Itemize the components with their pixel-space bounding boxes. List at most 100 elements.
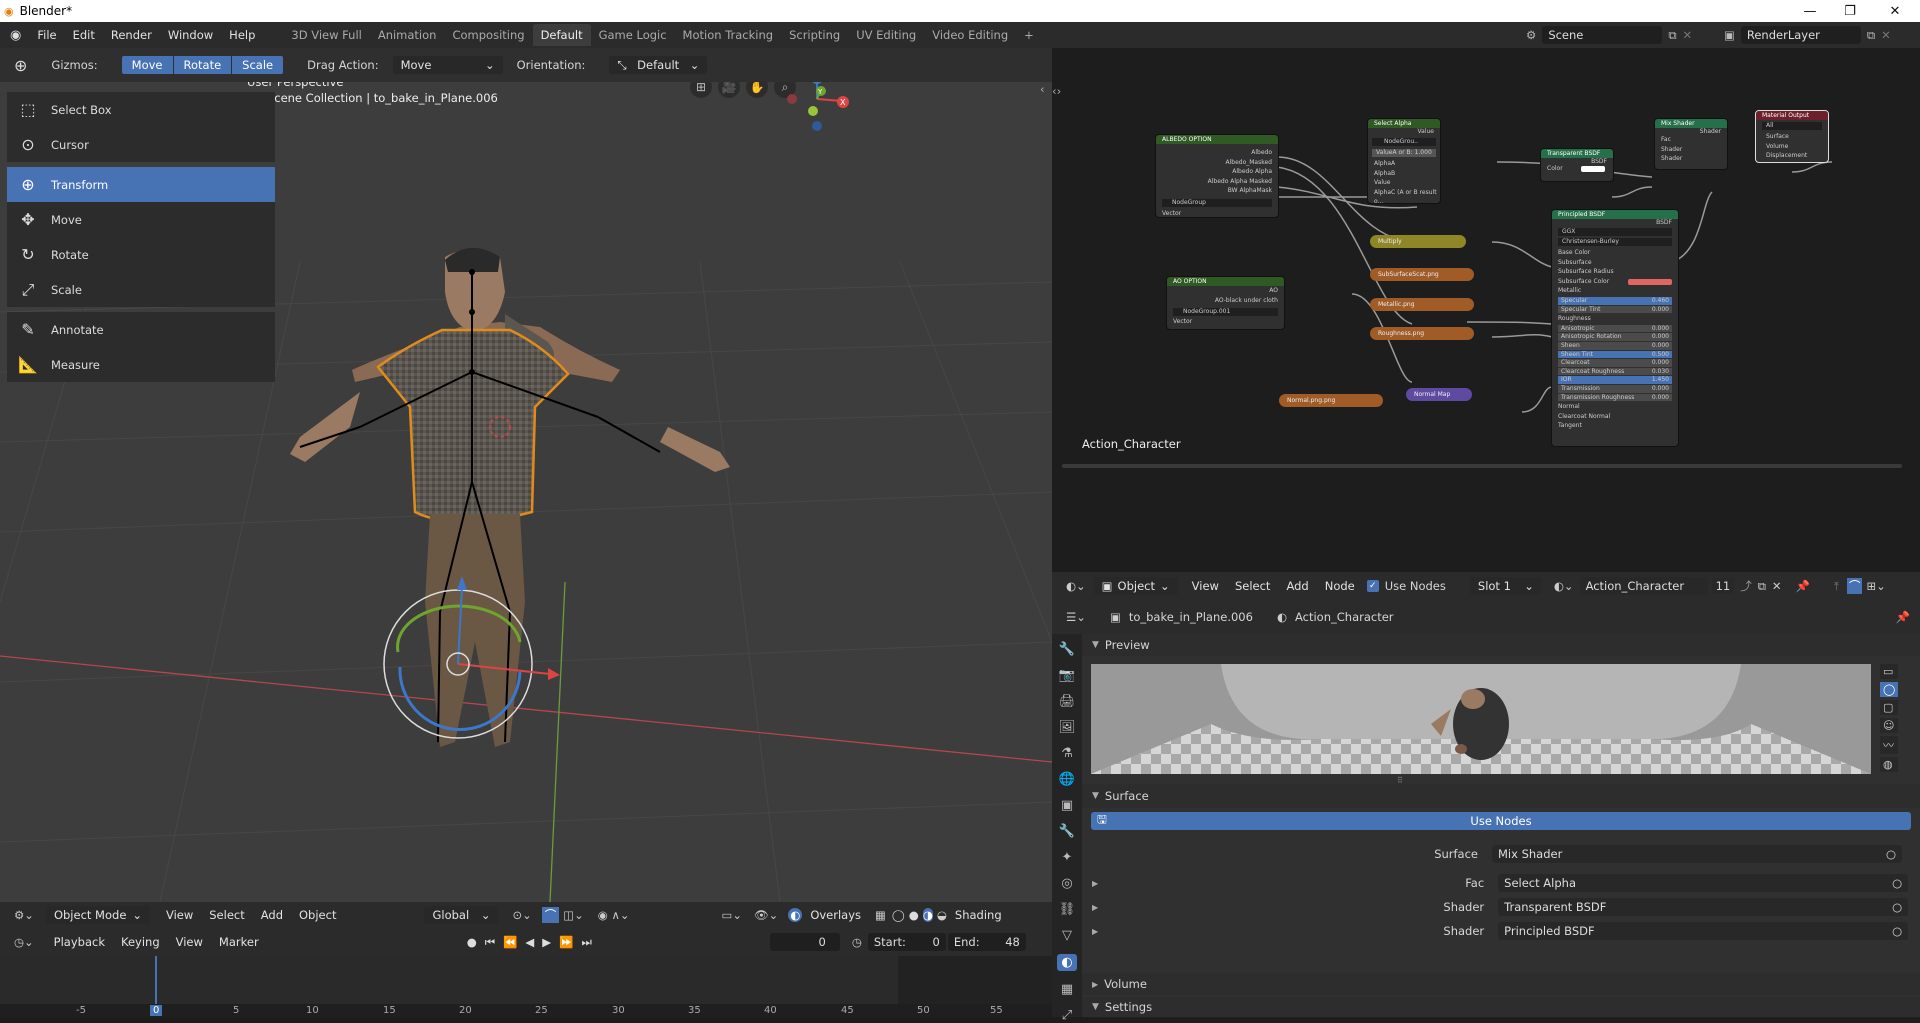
render-layer-icon[interactable]: ▣ xyxy=(1724,28,1735,42)
principled-input-row[interactable]: Subsurface xyxy=(1558,258,1672,268)
node-metallic-texture[interactable]: Metallic.png xyxy=(1370,298,1474,311)
principled-input-row[interactable]: Sheen Tint 0.500 xyxy=(1558,350,1672,359)
maximize-button[interactable]: ❐ xyxy=(1830,0,1870,22)
tool-scale[interactable]: ⤢ Scale xyxy=(7,272,275,307)
material-users-count[interactable]: 11 xyxy=(1711,578,1735,594)
timeline-editor-icon[interactable]: ◷⌄ xyxy=(14,935,34,949)
node-select-alpha[interactable]: Select Alpha Value NodeGrou.. ValueA or … xyxy=(1367,118,1441,205)
scene-tab-icon[interactable]: ⚗ xyxy=(1061,746,1073,761)
tab-animation[interactable]: Animation xyxy=(370,24,445,46)
mode-dropdown[interactable]: Object Mode ⌄ xyxy=(45,906,150,924)
distribution-dropdown[interactable]: GGX xyxy=(1558,228,1672,236)
overlays-dropdown[interactable]: Overlays xyxy=(802,908,869,922)
expand-sidebar-icon[interactable]: ‹› xyxy=(1052,84,1061,98)
tab-game-logic[interactable]: Game Logic xyxy=(591,24,675,46)
menu-select[interactable]: Select xyxy=(1227,579,1278,593)
tab-video-editing[interactable]: Video Editing xyxy=(924,24,1016,46)
preview-panel-header[interactable]: ▼ Preview xyxy=(1082,634,1920,656)
slot-dropdown[interactable]: Slot 1 ⌄ xyxy=(1469,577,1542,595)
camera-view-icon[interactable]: 🎥 xyxy=(718,82,740,98)
proportional-icon[interactable]: ◉ ∧⌄ xyxy=(598,908,630,922)
constraints-tab-icon[interactable]: ⛓ xyxy=(1059,902,1076,917)
output-tab-icon[interactable]: 🖨 xyxy=(1059,694,1076,709)
overlays-icon[interactable]: ◐ xyxy=(788,908,803,922)
playback-dropdown[interactable]: Playback xyxy=(46,935,113,949)
tool-annotate[interactable]: ✎ Annotate xyxy=(7,312,275,347)
fac-input-field[interactable]: Select Alpha ○ xyxy=(1498,874,1909,892)
unlink-material-icon[interactable]: ✕ xyxy=(1772,579,1782,593)
shader1-input-field[interactable]: Transparent BSDF ○ xyxy=(1498,898,1909,916)
play-reverse-icon[interactable]: ◀ xyxy=(525,935,534,949)
keying-dropdown[interactable]: Keying xyxy=(113,935,168,949)
menu-add[interactable]: Add xyxy=(1278,579,1316,593)
node-material-output[interactable]: Material Output All Surface Volume Displ… xyxy=(1755,110,1829,163)
copy-layer-icon[interactable]: ⧉ xyxy=(1867,28,1875,43)
shading-rendered-icon[interactable]: ◒ xyxy=(937,908,947,922)
node-albedo-option[interactable]: ALBEDO OPTION Albedo Albedo_Masked Albed… xyxy=(1155,134,1279,218)
preview-monkey-icon[interactable]: ☺ xyxy=(1880,718,1899,733)
menu-view[interactable]: View xyxy=(158,908,201,922)
node-editor-type-icon[interactable]: ◐⌄ xyxy=(1066,579,1086,593)
transform-tool-icon[interactable]: ⊕ xyxy=(14,56,27,75)
physics-tab-icon[interactable]: ◎ xyxy=(1061,876,1072,891)
pin-icon[interactable]: 📌 xyxy=(1896,610,1910,624)
gizmo-scale-button[interactable]: Scale xyxy=(232,56,284,74)
subsurface-color-swatch[interactable] xyxy=(1627,278,1672,285)
view-object-types-icon[interactable]: ▭⌄ xyxy=(722,908,743,922)
modifier-tab-icon[interactable]: 🔧 xyxy=(1059,824,1075,839)
node-multiply[interactable]: Multiply xyxy=(1370,235,1466,248)
gizmo-rotate-button[interactable]: Rotate xyxy=(173,56,232,74)
tab-scripting[interactable]: Scripting xyxy=(781,24,848,46)
principled-input-row[interactable]: Anisotropic 0.000 xyxy=(1558,324,1672,333)
texture-tab-icon[interactable]: ▦ xyxy=(1061,982,1073,997)
play-icon[interactable]: ▶ xyxy=(542,935,551,949)
principled-input-row[interactable]: Normal xyxy=(1558,402,1672,412)
tool-move[interactable]: ✥ Move xyxy=(7,202,275,237)
particles-tab-icon[interactable]: ✦ xyxy=(1062,850,1073,865)
render-layer-field[interactable]: RenderLayer xyxy=(1740,26,1861,44)
pivot-icon[interactable]: ⊙⌄ xyxy=(512,908,531,922)
value-field[interactable]: ValueA or B: 1.000 xyxy=(1372,149,1436,157)
node-ao-option[interactable]: AO OPTION AO AO-black under cloth NodeGr… xyxy=(1166,276,1285,330)
volume-panel-header[interactable]: ▶ Volume xyxy=(1082,973,1920,995)
principled-input-row[interactable]: Clearcoat Normal xyxy=(1558,412,1672,422)
menu-node[interactable]: Node xyxy=(1317,579,1363,593)
tab-3d-view-full[interactable]: 3D View Full xyxy=(283,24,369,46)
menu-render[interactable]: Render xyxy=(103,28,160,42)
jump-start-icon[interactable]: ⏮ xyxy=(485,935,495,950)
toggle-grid-icon[interactable]: ⊞ xyxy=(690,82,712,98)
tab-default[interactable]: Default xyxy=(532,24,591,46)
parent-node-tree-icon[interactable]: ⤒ xyxy=(1834,579,1839,594)
material-name-field[interactable]: Action_Character xyxy=(1579,577,1708,595)
drag-action-dropdown[interactable]: Move ⌄ xyxy=(392,56,503,74)
tab-motion-tracking[interactable]: Motion Tracking xyxy=(675,24,782,46)
node-subsurface-texture[interactable]: SubSurfaceScat.png xyxy=(1370,268,1474,281)
editor-type-icon[interactable]: ⚙⌄ xyxy=(14,908,34,922)
end-frame-field[interactable]: End: 48 xyxy=(947,933,1026,951)
copy-scene-icon[interactable]: ⧉ xyxy=(1668,28,1676,43)
node-normal-map[interactable]: Normal Map xyxy=(1406,388,1472,401)
horizontal-scrollbar[interactable] xyxy=(1062,464,1902,468)
principled-input-row[interactable]: Specular Tint 0.000 xyxy=(1558,305,1672,314)
remove-layer-icon[interactable]: ✕ xyxy=(1881,28,1891,42)
pan-hand-icon[interactable]: ✋ xyxy=(746,82,768,98)
tool-select-box[interactable]: ⬚ Select Box xyxy=(7,92,275,127)
menu-add[interactable]: Add xyxy=(253,908,291,922)
tool-rotate[interactable]: ↻ Rotate xyxy=(7,237,275,272)
principled-input-row[interactable]: Clearcoat 0.000 xyxy=(1558,359,1672,367)
principled-input-row[interactable]: Base Color xyxy=(1558,248,1672,258)
principled-input-row[interactable]: Transmission Roughness 0.000 xyxy=(1558,393,1672,402)
tool-measure[interactable]: 📐 Measure xyxy=(7,347,275,382)
node-normal-texture[interactable]: Normal.png.png xyxy=(1279,394,1383,407)
principled-input-row[interactable]: Subsurface Color xyxy=(1558,277,1672,287)
tool-cursor[interactable]: ⊙ Cursor xyxy=(7,127,275,162)
material-tab-icon[interactable]: ◐ xyxy=(1057,954,1077,971)
orientation-dropdown[interactable]: ⤡ Default ⌄ xyxy=(609,56,708,74)
node-editor[interactable]: ALBEDO OPTION Albedo Albedo_Masked Albed… xyxy=(1052,82,1920,572)
use-nodes-button[interactable]: 🖫 Use Nodes xyxy=(1091,812,1911,830)
scene-icon[interactable]: ⚙ xyxy=(1526,28,1536,42)
shader2-input-field[interactable]: Principled BSDF ○ xyxy=(1498,922,1909,940)
principled-input-row[interactable]: Roughness xyxy=(1558,314,1672,324)
next-keyframe-icon[interactable]: ⏩ xyxy=(559,935,573,949)
menu-help[interactable]: Help xyxy=(221,28,263,42)
